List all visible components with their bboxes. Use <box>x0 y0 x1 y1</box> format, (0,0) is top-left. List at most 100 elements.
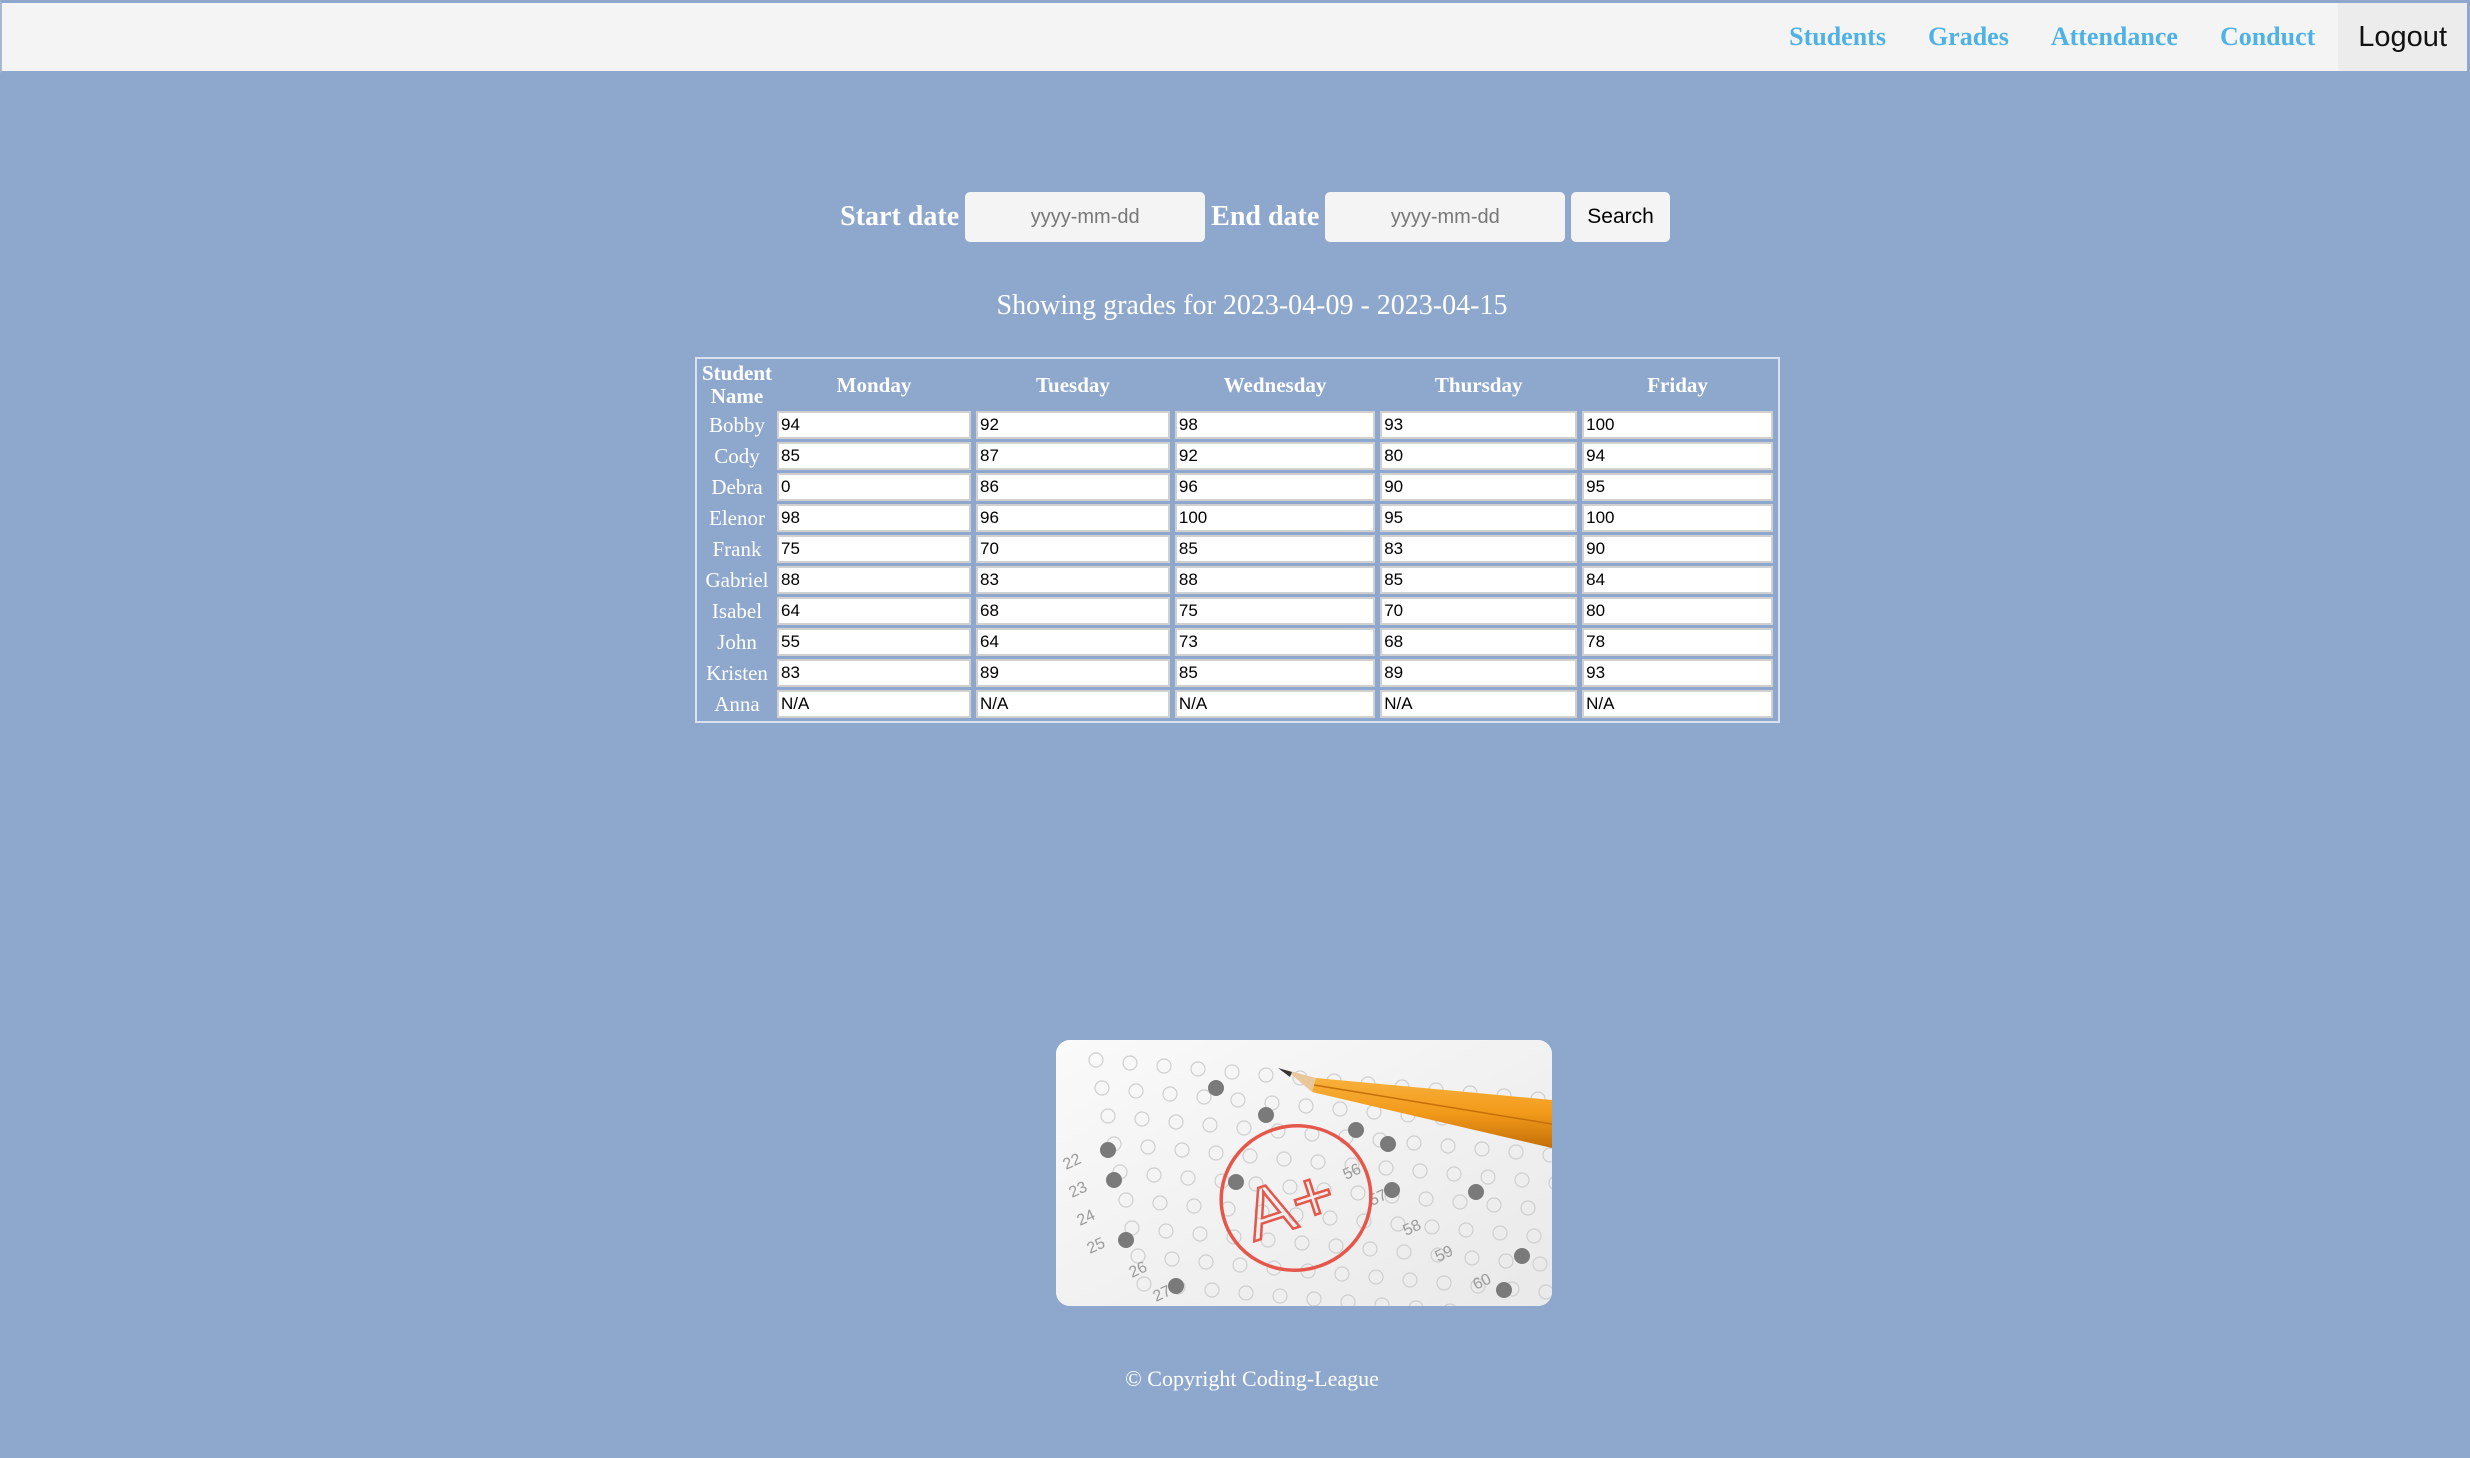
grade-input-tuesday[interactable] <box>976 411 1170 439</box>
grade-input-friday[interactable] <box>1582 473 1773 501</box>
grade-cell <box>1582 411 1773 439</box>
grades-table: Student Name Monday Tuesday Wednesday Th… <box>695 357 1780 723</box>
filled-bubble <box>1106 1172 1122 1188</box>
table-row: Frank <box>702 535 1773 563</box>
grade-input-tuesday[interactable] <box>976 442 1170 470</box>
nav-attendance-link[interactable]: Attendance <box>2030 3 2199 71</box>
grade-input-wednesday[interactable] <box>1174 504 1376 532</box>
end-date-input[interactable] <box>1325 192 1566 242</box>
grade-cell <box>976 597 1170 625</box>
grade-input-thursday[interactable] <box>1380 597 1578 625</box>
header-friday: Friday <box>1647 372 1708 397</box>
grade-input-tuesday[interactable] <box>976 597 1170 625</box>
grade-input-thursday[interactable] <box>1380 473 1578 501</box>
grade-input-friday[interactable] <box>1582 504 1773 532</box>
grade-input-friday[interactable] <box>1582 597 1773 625</box>
grade-input-tuesday[interactable] <box>976 504 1170 532</box>
grade-input-wednesday[interactable] <box>1174 597 1376 625</box>
grade-input-friday[interactable] <box>1582 535 1773 563</box>
grade-input-monday[interactable] <box>777 411 972 439</box>
grade-cell <box>1582 566 1773 594</box>
grade-input-monday[interactable] <box>777 504 972 532</box>
grade-input-monday[interactable] <box>777 628 972 656</box>
grade-input-thursday[interactable] <box>1380 628 1578 656</box>
grade-input-monday[interactable] <box>777 659 972 687</box>
table-row: Bobby <box>702 411 1773 439</box>
grade-input-monday[interactable] <box>777 473 972 501</box>
header-wednesday: Wednesday <box>1223 372 1327 397</box>
nav-conduct-link[interactable]: Conduct <box>2199 3 2336 71</box>
grade-cell <box>1582 442 1773 470</box>
grade-cell <box>1380 659 1578 687</box>
grade-input-friday[interactable] <box>1582 566 1773 594</box>
grade-input-thursday[interactable] <box>1380 504 1578 532</box>
copyright-footer: © Copyright Coding-League <box>1125 1366 1379 1391</box>
nav-grades-link[interactable]: Grades <box>1907 3 2030 71</box>
grade-input-tuesday[interactable] <box>976 535 1170 563</box>
grade-cell <box>1582 535 1773 563</box>
filled-bubble <box>1208 1080 1224 1096</box>
grade-input-wednesday[interactable] <box>1174 535 1376 563</box>
grade-input-friday[interactable] <box>1582 628 1773 656</box>
grade-input-wednesday[interactable] <box>1174 473 1376 501</box>
header-monday: Monday <box>836 372 912 397</box>
grade-input-monday[interactable] <box>777 535 972 563</box>
grade-input-thursday[interactable] <box>1380 690 1578 718</box>
grade-input-tuesday[interactable] <box>976 566 1170 594</box>
grade-input-tuesday[interactable] <box>976 628 1170 656</box>
grade-input-friday[interactable] <box>1582 690 1773 718</box>
header-student-name-label: Student Name <box>702 361 773 408</box>
grade-cell <box>976 504 1170 532</box>
grade-input-wednesday[interactable] <box>1174 442 1376 470</box>
grade-input-monday[interactable] <box>777 442 972 470</box>
grade-input-tuesday[interactable] <box>976 690 1170 718</box>
grade-input-friday[interactable] <box>1582 442 1773 470</box>
grade-cell <box>976 442 1170 470</box>
student-name-cell: Cody <box>714 443 760 468</box>
grade-cell <box>1174 442 1376 470</box>
filled-bubble <box>1514 1248 1530 1264</box>
grade-cell <box>1582 473 1773 501</box>
grade-cell <box>976 535 1170 563</box>
grade-input-wednesday[interactable] <box>1174 690 1376 718</box>
date-search-form: Start date End date Search <box>0 192 2470 242</box>
grade-input-thursday[interactable] <box>1380 659 1578 687</box>
table-row: Isabel <box>702 597 1773 625</box>
grade-input-monday[interactable] <box>777 566 972 594</box>
filled-bubble <box>1258 1107 1274 1123</box>
grade-input-thursday[interactable] <box>1380 411 1578 439</box>
grade-input-monday[interactable] <box>777 690 972 718</box>
grade-input-monday[interactable] <box>777 597 972 625</box>
grade-cell <box>1380 411 1578 439</box>
grade-input-thursday[interactable] <box>1380 442 1578 470</box>
grade-cell <box>1380 628 1578 656</box>
student-name-cell: Kristen <box>706 660 768 685</box>
search-button[interactable]: Search <box>1571 192 1670 242</box>
grade-input-friday[interactable] <box>1582 411 1773 439</box>
table-row: John <box>702 628 1773 656</box>
logout-button[interactable]: Logout <box>2338 3 2467 71</box>
student-name-cell: Bobby <box>708 412 765 437</box>
grade-input-wednesday[interactable] <box>1174 628 1376 656</box>
filled-bubble <box>1380 1136 1396 1152</box>
grade-cell <box>976 566 1170 594</box>
filled-bubble <box>1496 1282 1512 1298</box>
grade-input-thursday[interactable] <box>1380 535 1578 563</box>
table-row: Gabriel <box>702 566 1773 594</box>
grade-input-wednesday[interactable] <box>1174 659 1376 687</box>
grade-input-friday[interactable] <box>1582 659 1773 687</box>
start-date-input[interactable] <box>965 192 1206 242</box>
grade-input-tuesday[interactable] <box>976 473 1170 501</box>
grade-cell <box>1582 597 1773 625</box>
grade-input-wednesday[interactable] <box>1174 566 1376 594</box>
student-name-cell: Gabriel <box>705 567 769 592</box>
showing-grades-caption: Showing grades for 2023-04-09 - 2023-04-… <box>996 290 1508 321</box>
grade-input-tuesday[interactable] <box>976 659 1170 687</box>
table-row: Kristen <box>702 659 1773 687</box>
grade-input-wednesday[interactable] <box>1174 411 1376 439</box>
grade-cell <box>777 504 972 532</box>
nav-students-link[interactable]: Students <box>1768 3 1907 71</box>
grade-cell <box>1380 504 1578 532</box>
grade-cell <box>777 566 972 594</box>
grade-input-thursday[interactable] <box>1380 566 1578 594</box>
